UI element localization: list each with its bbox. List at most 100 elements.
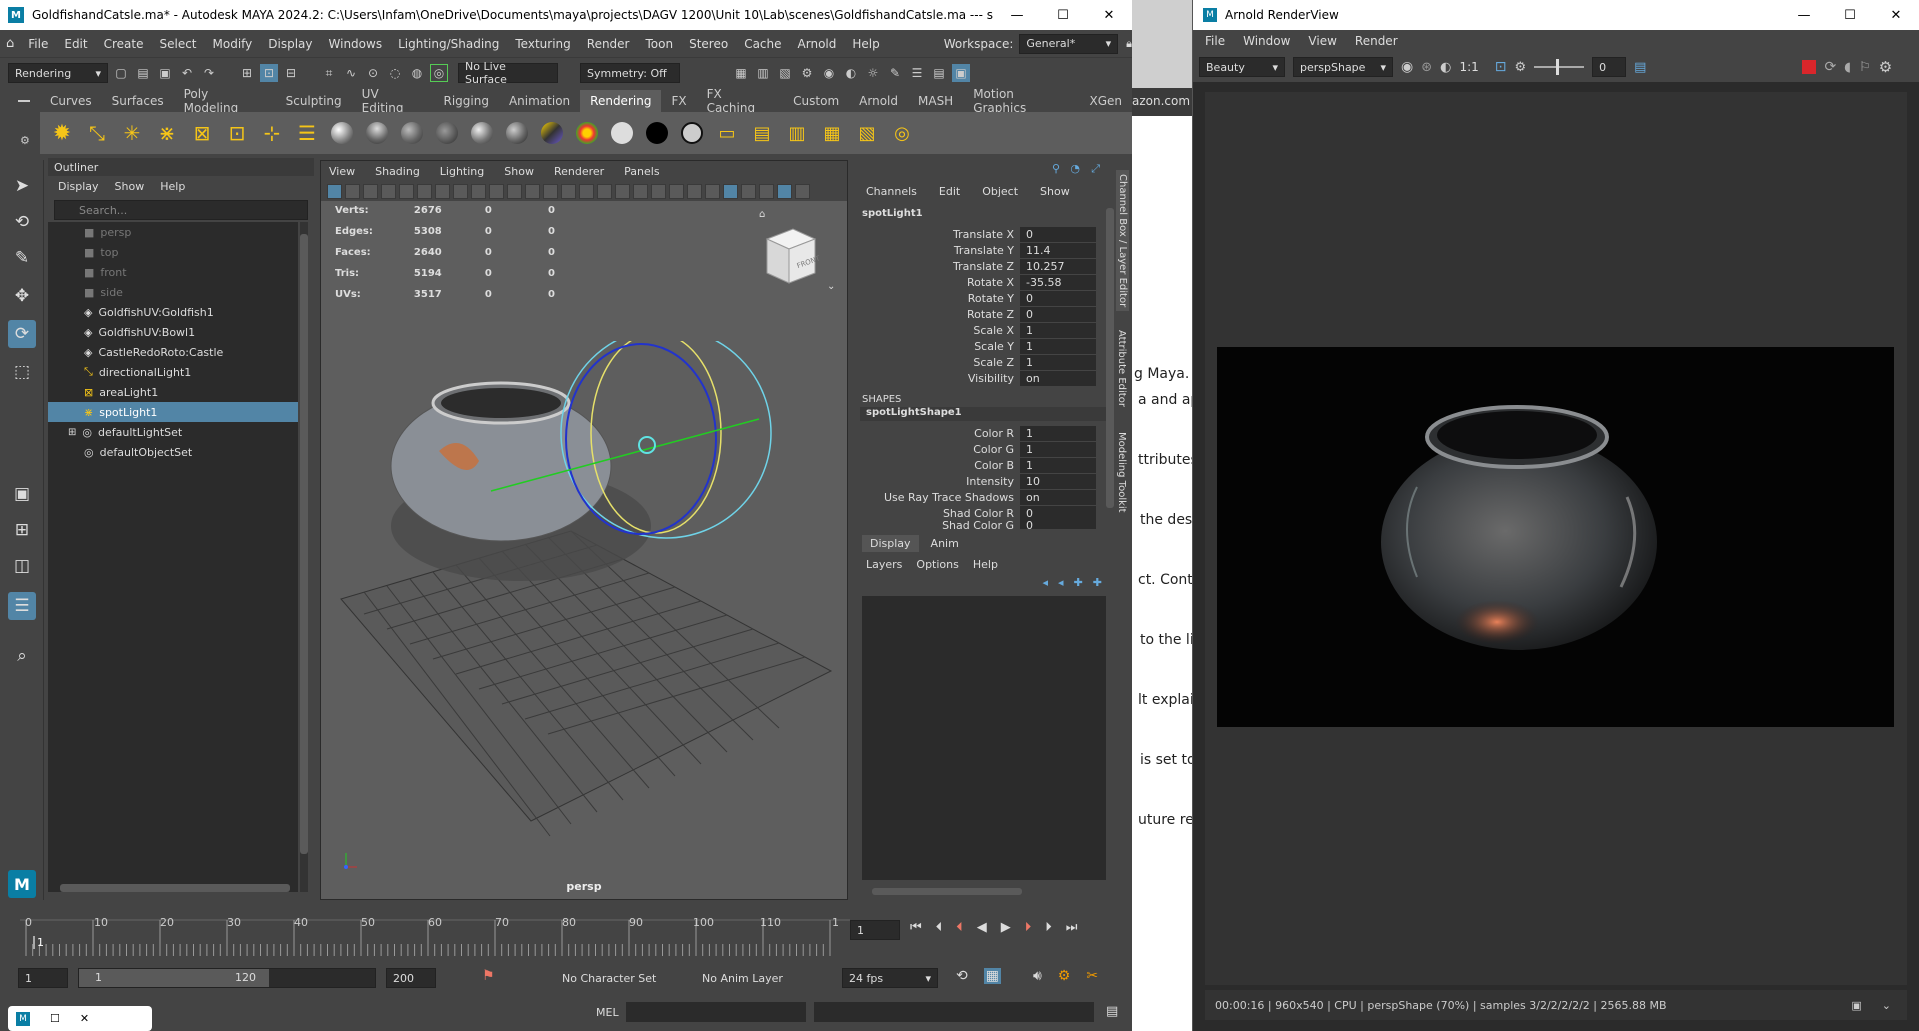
- spot-light-icon[interactable]: ⋇: [153, 119, 181, 147]
- camera-attr-icon[interactable]: [345, 183, 360, 199]
- anti-aliasing-icon[interactable]: [777, 183, 792, 199]
- current-frame-marker[interactable]: 1: [33, 936, 44, 949]
- outliner-item-bowl[interactable]: ◈ GoldfishUV:Bowl1: [48, 322, 298, 342]
- channel-box-scrollbar[interactable]: [1106, 208, 1114, 508]
- move-layer-down-icon[interactable]: ◂: [1058, 576, 1064, 589]
- channel-row[interactable]: Rotate Z 0: [856, 306, 1112, 322]
- layered-shader-icon[interactable]: [503, 119, 531, 147]
- layer-menu-help[interactable]: Help: [973, 558, 998, 571]
- white-sphere-icon[interactable]: [608, 119, 636, 147]
- go-to-end-icon[interactable]: ⏭: [1066, 920, 1078, 935]
- fps-dropdown[interactable]: 24 fps ▾: [842, 968, 938, 988]
- channel-row[interactable]: Scale Y 1: [856, 338, 1112, 354]
- viewport-menu-shading[interactable]: Shading: [375, 165, 420, 178]
- step-forward-frame-icon[interactable]: ⏵: [1025, 920, 1032, 935]
- wireframe-icon[interactable]: [525, 183, 540, 199]
- xray-components-icon[interactable]: [705, 183, 720, 199]
- view-cube-menu-icon[interactable]: ⌄: [827, 281, 835, 292]
- lambert-material-icon[interactable]: [363, 119, 391, 147]
- shape-attr-value[interactable]: 1: [1020, 441, 1096, 457]
- depth-of-field-icon[interactable]: [795, 183, 810, 199]
- side-tab-channel-box[interactable]: Channel Box / Layer Editor: [1116, 170, 1129, 312]
- symmetry-dropdown[interactable]: Symmetry: Off: [580, 63, 680, 83]
- menu-cache[interactable]: Cache: [736, 37, 789, 51]
- tool-settings-icon[interactable]: ▤: [930, 64, 948, 82]
- select-hierarchy-icon[interactable]: ⊞: [238, 64, 256, 82]
- channel-row[interactable]: Translate Y 11.4: [856, 242, 1112, 258]
- layer-menu-layers[interactable]: Layers: [866, 558, 902, 571]
- expand-icon[interactable]: ⊞: [68, 427, 76, 438]
- menu-edit[interactable]: Edit: [56, 37, 95, 51]
- layer-tab-anim[interactable]: Anim: [923, 535, 967, 552]
- channel-value[interactable]: on: [1020, 370, 1096, 386]
- maximize-button[interactable]: ☐: [1040, 0, 1086, 30]
- channel-value[interactable]: 1: [1020, 322, 1096, 338]
- view-cube[interactable]: FRONT: [757, 223, 822, 287]
- black-sphere-icon[interactable]: [643, 119, 671, 147]
- outliner-item-spot-light[interactable]: ⋇ spotLight1: [48, 402, 298, 422]
- channel-row[interactable]: Translate Z 10.257: [856, 258, 1112, 274]
- resolution-gate-icon[interactable]: [435, 183, 450, 199]
- home-icon[interactable]: ⌂: [0, 36, 20, 51]
- volume-light-icon[interactable]: ⊡: [223, 119, 251, 147]
- new-layer-icon[interactable]: ✚: [1074, 576, 1083, 589]
- outliner-search-input[interactable]: Search...: [54, 200, 308, 220]
- motion-blur-icon[interactable]: [759, 183, 774, 199]
- menu-lighting-shading[interactable]: Lighting/Shading: [390, 37, 507, 51]
- channel-menu-show[interactable]: Show: [1040, 185, 1070, 198]
- shape-attr-value[interactable]: 10: [1020, 473, 1096, 489]
- light-editor-shelf-icon[interactable]: ☰: [293, 119, 321, 147]
- menu-create[interactable]: Create: [96, 37, 152, 51]
- layer-hscrollbar[interactable]: [872, 888, 1022, 895]
- time-slider-ruler[interactable]: [20, 916, 870, 960]
- channel-row[interactable]: Scale Z 1: [856, 354, 1112, 370]
- snap-point-icon[interactable]: ⊙: [364, 64, 382, 82]
- viewport-menu-show[interactable]: Show: [504, 165, 534, 178]
- layer-tab-display[interactable]: Display: [862, 535, 919, 552]
- snap-surface-icon[interactable]: ◍: [408, 64, 426, 82]
- auto-key-icon[interactable]: ⚑: [482, 968, 495, 984]
- shelf-tab-motion-graphics[interactable]: Motion Graphics: [963, 87, 1079, 115]
- outliner-menu-display[interactable]: Display: [58, 180, 99, 193]
- aov-dropdown[interactable]: Beauty ▾: [1199, 57, 1285, 77]
- anim-layer-dropdown[interactable]: No Anim Layer: [696, 968, 806, 988]
- cmd-input[interactable]: [626, 1002, 806, 1022]
- arnold-settings-icon[interactable]: ⚙: [1879, 58, 1892, 76]
- arnold-menu-render[interactable]: Render: [1355, 34, 1398, 48]
- safe-action-icon[interactable]: [489, 183, 504, 199]
- shape-attr-value[interactable]: 0: [1020, 505, 1096, 521]
- outliner-item-persp[interactable]: ■ persp: [48, 222, 298, 242]
- channel-row[interactable]: Visibility on: [856, 370, 1112, 386]
- ambient-light-icon[interactable]: ✹: [48, 119, 76, 147]
- menu-file[interactable]: File: [20, 37, 56, 51]
- shelf-tab-mash[interactable]: MASH: [908, 90, 963, 112]
- shelf-tab-fx[interactable]: FX: [661, 90, 696, 112]
- render-view-icon[interactable]: ▭: [713, 119, 741, 147]
- shelf-tab-arnold[interactable]: Arnold: [849, 90, 908, 112]
- shadows-icon[interactable]: [633, 183, 648, 199]
- arnold-menu-file[interactable]: File: [1205, 34, 1225, 48]
- new-layer-selected-icon[interactable]: ✚: [1093, 576, 1102, 589]
- channel-row[interactable]: Scale X 1: [856, 322, 1112, 338]
- blinn-material-icon[interactable]: [328, 119, 356, 147]
- redo-icon[interactable]: ↷: [200, 64, 218, 82]
- save-scene-icon[interactable]: ▣: [156, 64, 174, 82]
- menu-windows[interactable]: Windows: [321, 37, 391, 51]
- ipr-shelf-icon[interactable]: ▥: [783, 119, 811, 147]
- arnold-minimize-button[interactable]: —: [1781, 0, 1827, 30]
- channel-box-icon-a[interactable]: ⚲: [1052, 162, 1060, 175]
- side-tab-modeling-toolkit[interactable]: Modeling Toolkit: [1116, 432, 1127, 513]
- channel-value[interactable]: 11.4: [1020, 242, 1096, 258]
- phong-material-icon[interactable]: [398, 119, 426, 147]
- sound-icon[interactable]: 🔊︎: [1033, 968, 1042, 984]
- menu-render[interactable]: Render: [579, 37, 638, 51]
- textured-icon[interactable]: [597, 183, 612, 199]
- arnold-maximize-button[interactable]: ☐: [1827, 0, 1873, 30]
- light-linking-icon[interactable]: ⊹: [258, 119, 286, 147]
- channel-menu-edit[interactable]: Edit: [939, 185, 960, 198]
- step-forward-key-icon[interactable]: ⏵: [1045, 920, 1052, 935]
- select-object-icon[interactable]: ⊡: [260, 64, 278, 82]
- scene-end-field[interactable]: 200: [386, 968, 436, 988]
- viewport-menu-lighting[interactable]: Lighting: [440, 165, 484, 178]
- shape-row[interactable]: Color G 1: [856, 441, 1112, 457]
